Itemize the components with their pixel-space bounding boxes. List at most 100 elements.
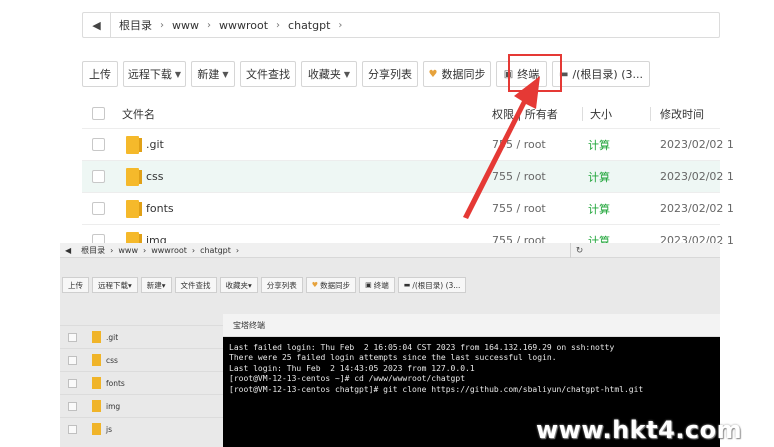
list-item[interactable]: fonts — [60, 371, 230, 394]
arrow-left-icon[interactable]: ◀ — [83, 13, 111, 37]
chevron-right-icon: › — [338, 19, 343, 31]
chevron-down-icon: ▼ — [222, 69, 229, 79]
file-perm[interactable]: 755 / root — [492, 129, 546, 160]
row-checkbox[interactable] — [68, 402, 77, 411]
table-row[interactable]: .git 755 / root 计算 2023/02/02 1 — [82, 128, 734, 160]
terminal-highlight-box — [508, 54, 562, 92]
breadcrumb-root[interactable]: 根目录 — [111, 17, 160, 33]
upload-label: 上传 — [89, 68, 111, 81]
breadcrumb-wwwroot[interactable]: wwwroot — [211, 19, 276, 32]
disk-icon: ▬ — [403, 281, 411, 289]
data-sync-label: 数据同步 — [320, 280, 351, 290]
terminal-icon: ▣ — [365, 281, 372, 289]
watermark: www.hkt4.com — [536, 416, 743, 444]
row-checkbox[interactable] — [68, 379, 77, 388]
upload-label: 上传 — [68, 280, 83, 290]
row-checkbox[interactable] — [68, 333, 77, 342]
breadcrumb-chatgpt[interactable]: chatgpt — [280, 19, 338, 32]
row-checkbox[interactable] — [68, 425, 77, 434]
file-name[interactable]: js — [106, 418, 112, 440]
screenshot-root: ◀ 根目录 › www › wwwroot › chatgpt › 上传 远程下… — [0, 0, 774, 447]
new-label: 新建 — [197, 68, 220, 81]
file-search-button[interactable]: 文件查找 — [174, 277, 217, 293]
row-checkbox[interactable] — [92, 202, 105, 215]
upload-button[interactable]: 上传 — [82, 61, 118, 87]
new-button[interactable]: 新建 ▾ — [140, 277, 172, 293]
file-search-label: 文件查找 — [180, 280, 211, 290]
terminal-title: 宝塔终端 — [223, 314, 720, 337]
header-size[interactable]: 大小 — [590, 100, 612, 128]
folder-icon — [92, 377, 101, 389]
table-row[interactable]: fonts 755 / root 计算 2023/02/02 1 — [82, 192, 734, 224]
remote-download-button[interactable]: 远程下载 ▼ — [123, 61, 186, 87]
upload-button[interactable]: 上传 — [62, 277, 89, 293]
list-item[interactable]: css — [60, 348, 230, 371]
file-name[interactable]: .git — [146, 129, 164, 160]
list-item[interactable]: js — [60, 417, 230, 440]
terminal-button[interactable]: ▣ 终端 — [359, 277, 395, 293]
terminal-line: [root@VM-12-13-centos chatgpt]# git clon… — [229, 384, 644, 394]
folder-icon — [126, 168, 142, 186]
chevron-down-icon: ▾ — [161, 280, 166, 290]
disk-label: /(根目录) (3... — [412, 280, 461, 290]
chevron-down-icon: ▼ — [174, 69, 182, 79]
breadcrumb-root[interactable]: 根目录 — [76, 245, 110, 256]
data-sync-button[interactable]: ♥ 数据同步 — [423, 61, 491, 87]
chevron-down-icon: ▾ — [248, 280, 252, 290]
header-mtime[interactable]: 修改时间 — [660, 100, 704, 128]
row-checkbox[interactable] — [92, 138, 105, 151]
file-size[interactable]: 计算 — [588, 193, 610, 224]
row-checkbox[interactable] — [92, 170, 105, 183]
breadcrumb-wwwroot[interactable]: wwwroot — [146, 246, 192, 255]
data-sync-label: 数据同步 — [441, 68, 486, 81]
favorites-button[interactable]: 收藏夹 ▾ — [219, 277, 258, 293]
file-name[interactable]: fonts — [106, 372, 125, 394]
file-search-button[interactable]: 文件查找 — [240, 61, 296, 87]
favorites-label: 收藏夹 — [307, 68, 341, 81]
file-perm[interactable]: 755 / root — [492, 193, 546, 224]
row-checkbox[interactable] — [68, 356, 77, 365]
data-sync-button[interactable]: ♥ 数据同步 — [305, 277, 357, 293]
file-mtime: 2023/02/02 1 — [660, 202, 734, 215]
file-size[interactable]: 计算 — [588, 129, 610, 160]
file-perm[interactable]: 755 / root — [492, 161, 546, 192]
select-all-checkbox[interactable] — [92, 107, 105, 120]
terminal-output[interactable]: Last failed login: Thu Feb 2 16:05:04 CS… — [229, 343, 643, 395]
breadcrumb-chatgpt[interactable]: chatgpt — [195, 246, 236, 255]
table-row[interactable]: css 755 / root 计算 2023/02/02 1 — [82, 160, 734, 192]
file-name[interactable]: .git — [106, 326, 118, 348]
file-name[interactable]: css — [106, 349, 118, 371]
heart-icon: ♥ — [428, 68, 438, 80]
arrow-left-icon[interactable]: ◀ — [60, 246, 76, 255]
breadcrumb-www[interactable]: www — [164, 19, 207, 32]
header-name[interactable]: 文件名 — [122, 100, 155, 128]
share-list-button[interactable]: 分享列表 — [260, 277, 303, 293]
favorites-label: 收藏夹 — [225, 280, 249, 290]
breadcrumb-www[interactable]: www — [113, 246, 143, 255]
file-mtime: 2023/02/02 1 — [660, 138, 734, 151]
disk-label: /(根目录) (3... — [572, 68, 644, 81]
header-perm-owner[interactable]: 权限 | 所有者 — [492, 100, 558, 128]
column-divider — [582, 107, 583, 121]
chevron-down-icon: ▼ — [343, 69, 351, 79]
file-name[interactable]: css — [146, 161, 164, 192]
heart-icon: ♥ — [311, 281, 319, 289]
file-name[interactable]: img — [106, 395, 120, 417]
list-item[interactable]: .git — [60, 325, 230, 348]
toolbar: 上传 远程下载 ▾ 新建 ▾ 文件查找 收藏夹 ▾ 分享列表 ♥ 数据同步 ▣ 终端 ▬ /… — [62, 277, 467, 293]
file-mtime: 2023/02/02 1 — [660, 170, 734, 183]
refresh-icon[interactable]: ↻ — [570, 243, 588, 258]
disk-button[interactable]: ▬/(根目录) (3... — [552, 61, 650, 87]
remote-download-button[interactable]: 远程下载 ▾ — [92, 277, 138, 293]
folder-icon — [126, 200, 142, 218]
file-size[interactable]: 计算 — [588, 161, 610, 192]
new-button[interactable]: 新建 ▼ — [191, 61, 235, 87]
share-list-button[interactable]: 分享列表 — [362, 61, 418, 87]
share-list-label: 分享列表 — [368, 68, 412, 81]
list-item[interactable]: img — [60, 394, 230, 417]
favorites-button[interactable]: 收藏夹 ▼ — [301, 61, 357, 87]
file-name[interactable]: fonts — [146, 193, 174, 224]
file-search-label: 文件查找 — [246, 68, 290, 81]
disk-button[interactable]: ▬/(根目录) (3... — [397, 277, 467, 293]
terminal-line: Last login: Thu Feb 2 14:43:05 2023 from… — [229, 363, 475, 373]
